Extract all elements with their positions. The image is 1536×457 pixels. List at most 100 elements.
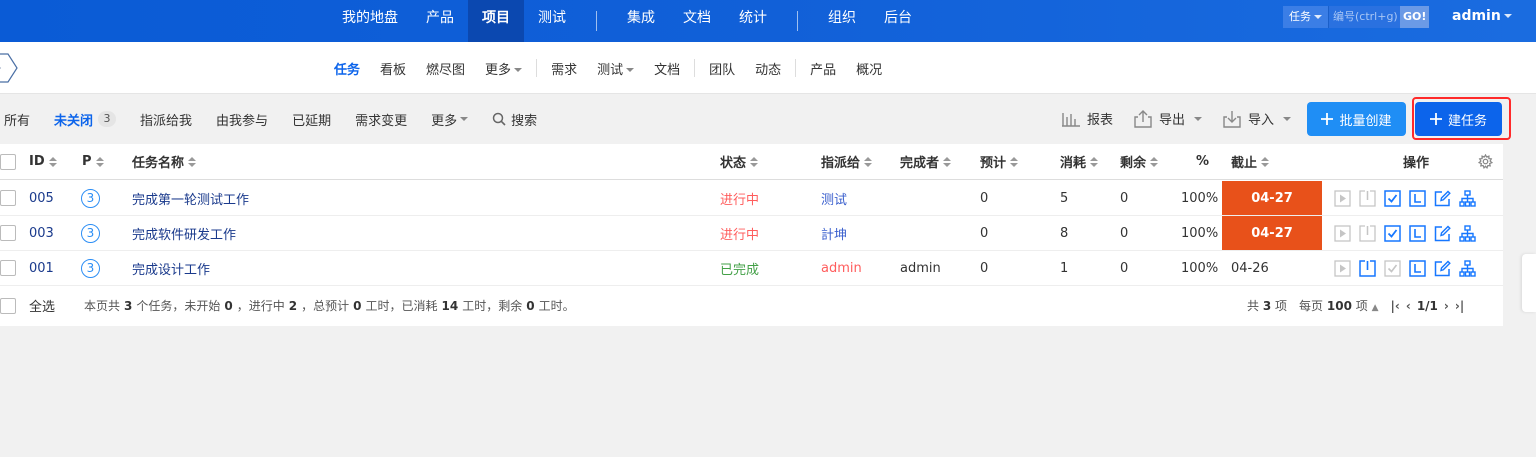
subnav-kanban[interactable]: 看板 [370, 59, 416, 78]
nav-divider [596, 11, 597, 31]
col-id[interactable]: ID [29, 144, 57, 179]
subnav-doc[interactable]: 文档 [644, 59, 690, 78]
subnav-burndown[interactable]: 燃尽图 [416, 59, 475, 78]
col-status[interactable]: 状态 [720, 144, 759, 179]
task-id[interactable]: 003 [29, 216, 54, 250]
filter-story-changed[interactable]: 需求变更 [343, 110, 419, 129]
task-name-link[interactable]: 完成设计工作 [132, 251, 210, 285]
assigned-to[interactable]: admin [821, 251, 862, 285]
search-input[interactable]: 编号(ctrl+g) [1328, 6, 1400, 28]
task-id[interactable]: 005 [29, 181, 54, 215]
nav-test[interactable]: 测试 [524, 0, 580, 42]
filter-delayed[interactable]: 已延期 [280, 110, 343, 129]
finish-icon[interactable] [1359, 224, 1376, 242]
edit-icon[interactable] [1434, 225, 1451, 242]
row-checkbox[interactable] [0, 190, 16, 206]
subtask-icon[interactable] [1459, 224, 1476, 242]
table-row[interactable]: 005 3 完成第一轮测试工作 进行中 测试 0 5 0 100% 04-27 [0, 181, 1503, 216]
filter-unclosed[interactable]: 未关闭 3 [42, 110, 128, 129]
col-estimate-label: 预计 [980, 156, 1007, 171]
nav-product[interactable]: 产品 [412, 0, 468, 42]
row-checkbox[interactable] [0, 260, 16, 276]
start-icon[interactable] [1334, 259, 1351, 277]
assigned-to[interactable]: 計坤 [821, 216, 847, 250]
nav-organization[interactable]: 组织 [814, 0, 870, 42]
subnav-story[interactable]: 需求 [541, 59, 587, 78]
filter-more[interactable]: 更多 [419, 110, 480, 129]
finish-icon[interactable] [1359, 259, 1376, 277]
filter-unclosed-label: 未关闭 [54, 113, 94, 129]
subnav-more-label: 更多 [485, 62, 512, 78]
consumed-value: 5 [1060, 190, 1069, 206]
record-hours-icon[interactable] [1409, 259, 1426, 277]
subnav-more[interactable]: 更多 [475, 59, 532, 78]
nav-project[interactable]: 项目 [468, 0, 524, 42]
assigned-to[interactable]: 测试 [821, 181, 847, 215]
nav-doc[interactable]: 文档 [669, 0, 725, 42]
subnav-overview[interactable]: 概况 [846, 59, 892, 78]
edit-icon[interactable] [1434, 190, 1451, 207]
subnav-dynamic[interactable]: 动态 [745, 59, 791, 78]
last-page-icon[interactable]: ›| [1455, 299, 1464, 313]
top-navbar: 我的地盘 产品 项目 测试 集成 文档 统计 组织 后台 任务 编号(ctrl+… [0, 0, 1536, 42]
batch-create-button[interactable]: 批量创建 [1307, 102, 1406, 136]
filter-assigned-to-me[interactable]: 指派给我 [128, 110, 204, 129]
nav-stats[interactable]: 统计 [725, 0, 781, 42]
subtask-icon[interactable] [1459, 189, 1476, 207]
select-all-label[interactable]: 全选 [29, 285, 55, 326]
prev-page-icon[interactable]: ‹ [1406, 299, 1411, 313]
summary-total: 3 [124, 298, 133, 313]
search-go-button[interactable]: GO! [1400, 6, 1430, 28]
per-page-select[interactable]: 每页 100 项 ▲ [1299, 297, 1379, 314]
select-all-checkbox-footer[interactable] [0, 297, 16, 314]
filter-all[interactable]: 所有 [0, 110, 42, 129]
filter-search[interactable]: 搜索 [480, 110, 549, 129]
subnav-product[interactable]: 产品 [800, 59, 846, 78]
import-button[interactable]: 导入 [1222, 109, 1292, 128]
nav-admin[interactable]: 后台 [870, 0, 926, 42]
finish-icon[interactable] [1359, 189, 1376, 207]
search-type-select[interactable]: 任务 [1283, 6, 1328, 28]
column-settings[interactable] [1478, 144, 1493, 179]
deadline: 04-26 [1231, 260, 1269, 276]
report-button[interactable]: 报表 [1061, 109, 1113, 128]
consumed-value: 1 [1060, 260, 1069, 276]
edit-icon[interactable] [1434, 260, 1451, 277]
subnav-test[interactable]: 测试 [587, 59, 644, 78]
col-deadline[interactable]: 截止 [1231, 144, 1270, 179]
first-page-icon[interactable]: |‹ [1391, 299, 1400, 313]
subnav-team[interactable]: 团队 [699, 59, 745, 78]
task-id[interactable]: 001 [29, 251, 54, 285]
row-checkbox[interactable] [0, 225, 16, 241]
table-row[interactable]: 003 3 完成软件研发工作 进行中 計坤 0 8 0 100% 04-27 [0, 216, 1503, 251]
nav-my-dashboard[interactable]: 我的地盘 [328, 0, 412, 42]
col-assigned[interactable]: 指派给 [821, 144, 873, 179]
user-menu[interactable]: admin [1452, 8, 1512, 24]
check-icon[interactable] [1384, 259, 1401, 277]
col-left[interactable]: 剩余 [1120, 144, 1159, 179]
side-drawer-handle[interactable] [1522, 254, 1536, 312]
record-hours-icon[interactable] [1409, 224, 1426, 242]
record-hours-icon[interactable] [1409, 189, 1426, 207]
check-icon[interactable] [1384, 224, 1401, 242]
task-name-link[interactable]: 完成软件研发工作 [132, 216, 236, 250]
next-page-icon[interactable]: › [1444, 299, 1449, 313]
check-icon[interactable] [1384, 189, 1401, 207]
project-switcher-icon[interactable] [0, 52, 20, 84]
export-button[interactable]: 导出 [1133, 109, 1203, 128]
start-icon[interactable] [1334, 224, 1351, 242]
table-row[interactable]: 001 3 完成设计工作 已完成 admin admin 0 1 0 100% … [0, 251, 1503, 286]
col-estimate[interactable]: 预计 [980, 144, 1019, 179]
col-name[interactable]: 任务名称 [132, 144, 197, 179]
col-finished-by[interactable]: 完成者 [900, 144, 952, 179]
start-icon[interactable] [1334, 189, 1351, 207]
col-consumed[interactable]: 消耗 [1060, 144, 1099, 179]
subtask-icon[interactable] [1459, 259, 1476, 277]
col-pri[interactable]: P [82, 144, 104, 179]
filter-involved[interactable]: 由我参与 [204, 110, 280, 129]
select-all-checkbox[interactable] [0, 153, 16, 170]
subnav-task[interactable]: 任务 [324, 59, 370, 78]
task-name-link[interactable]: 完成第一轮测试工作 [132, 181, 249, 215]
col-consumed-label: 消耗 [1060, 156, 1087, 171]
nav-integration[interactable]: 集成 [613, 0, 669, 42]
